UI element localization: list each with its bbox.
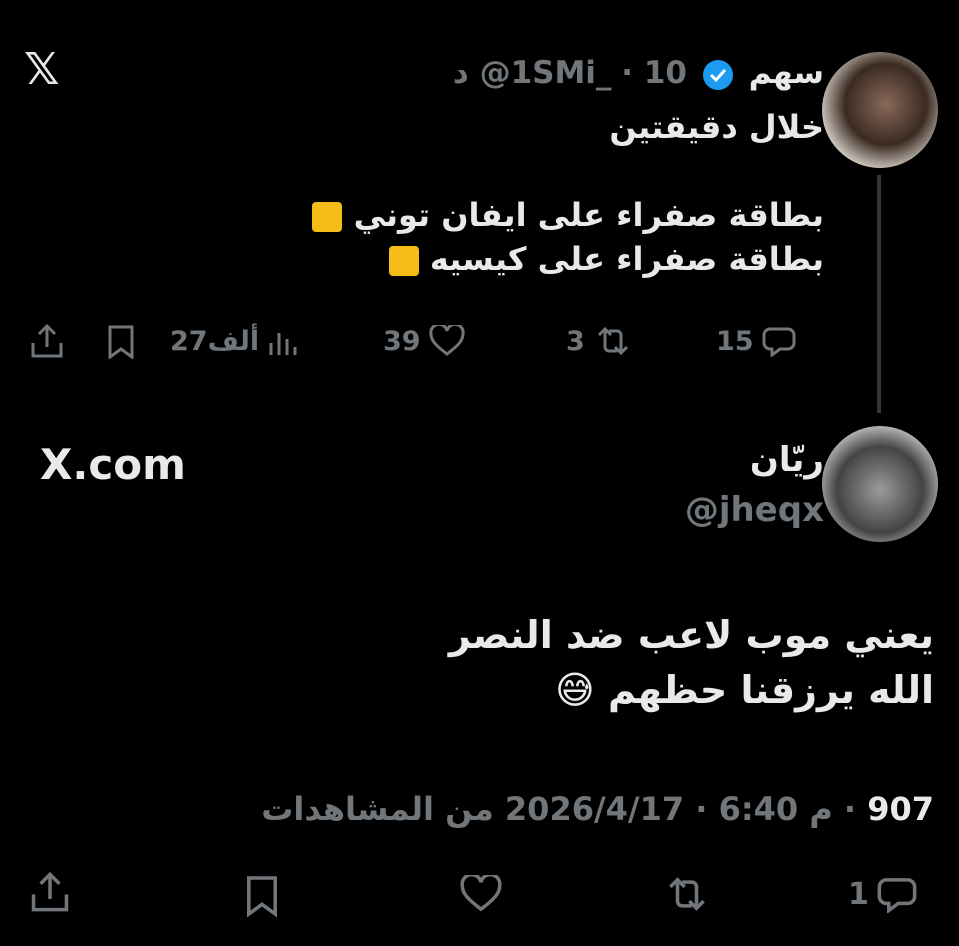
thread-connector (877, 175, 881, 413)
avatar[interactable] (822, 426, 938, 542)
author-handle[interactable]: @1SMi_ (480, 55, 612, 91)
view-count: 907 (867, 790, 934, 828)
verified-badge-icon (702, 59, 733, 90)
bookmark-icon (247, 876, 277, 917)
repost-button[interactable]: 3 (566, 325, 633, 357)
views-button[interactable]: 27ألف (170, 325, 299, 357)
share-button[interactable] (30, 323, 64, 359)
repost-button[interactable] (663, 875, 711, 913)
reply-button[interactable]: 15 (716, 325, 796, 357)
share-icon (31, 871, 69, 912)
site-label: X.com (40, 440, 186, 489)
view-label: من المشاهدات (261, 790, 505, 828)
tweet-line: الله يرزقنا حظهم 😅 (555, 668, 934, 712)
like-button[interactable]: 39 (383, 325, 465, 357)
bookmark-button[interactable] (106, 325, 136, 359)
tweet-line: خلال دقيقتين (609, 108, 824, 146)
reply-button[interactable]: 1 (848, 875, 917, 913)
share-icon (31, 323, 63, 358)
tweet-meta: 2026/4/17 · 6:40 م · 907 من المشاهدات (261, 790, 934, 828)
tweet-body: خلال دقيقتين بطاقة صفراء على ايفان توني … (306, 105, 824, 281)
heart-icon (460, 875, 502, 912)
author-handle[interactable]: @jheqx (685, 490, 824, 530)
reply-icon (762, 327, 796, 357)
analytics-icon (269, 333, 297, 355)
yellow-square-icon (312, 202, 343, 232)
tweet-body: يعني موب لاعب ضد النصر الله يرزقنا حظهم … (449, 608, 934, 718)
avatar[interactable] (822, 52, 938, 168)
bookmark-button[interactable] (244, 875, 280, 917)
author-name[interactable]: ريّان (750, 440, 824, 480)
tweet-line: بطاقة صفراء على ايفان توني (306, 193, 824, 237)
x-logo-icon[interactable]: 𝕏 (24, 44, 59, 95)
tweet-line: بطاقة صفراء على كيسيه (306, 237, 824, 281)
tweet-header: سهم @1SMi_ · 10 د (453, 55, 824, 91)
author-name[interactable]: سهم (749, 55, 824, 91)
heart-icon (428, 325, 465, 356)
repost-icon (597, 326, 628, 356)
tweet-line: يعني موب لاعب ضد النصر (448, 613, 934, 657)
repost-icon (669, 877, 705, 911)
tweet-timestamp[interactable]: 2026/4/17 · 6:40 م · (505, 790, 867, 828)
reply-icon (877, 878, 917, 913)
yellow-square-icon (388, 246, 419, 276)
like-button[interactable] (460, 875, 502, 913)
share-button[interactable] (30, 870, 70, 914)
bookmark-icon (108, 325, 134, 359)
